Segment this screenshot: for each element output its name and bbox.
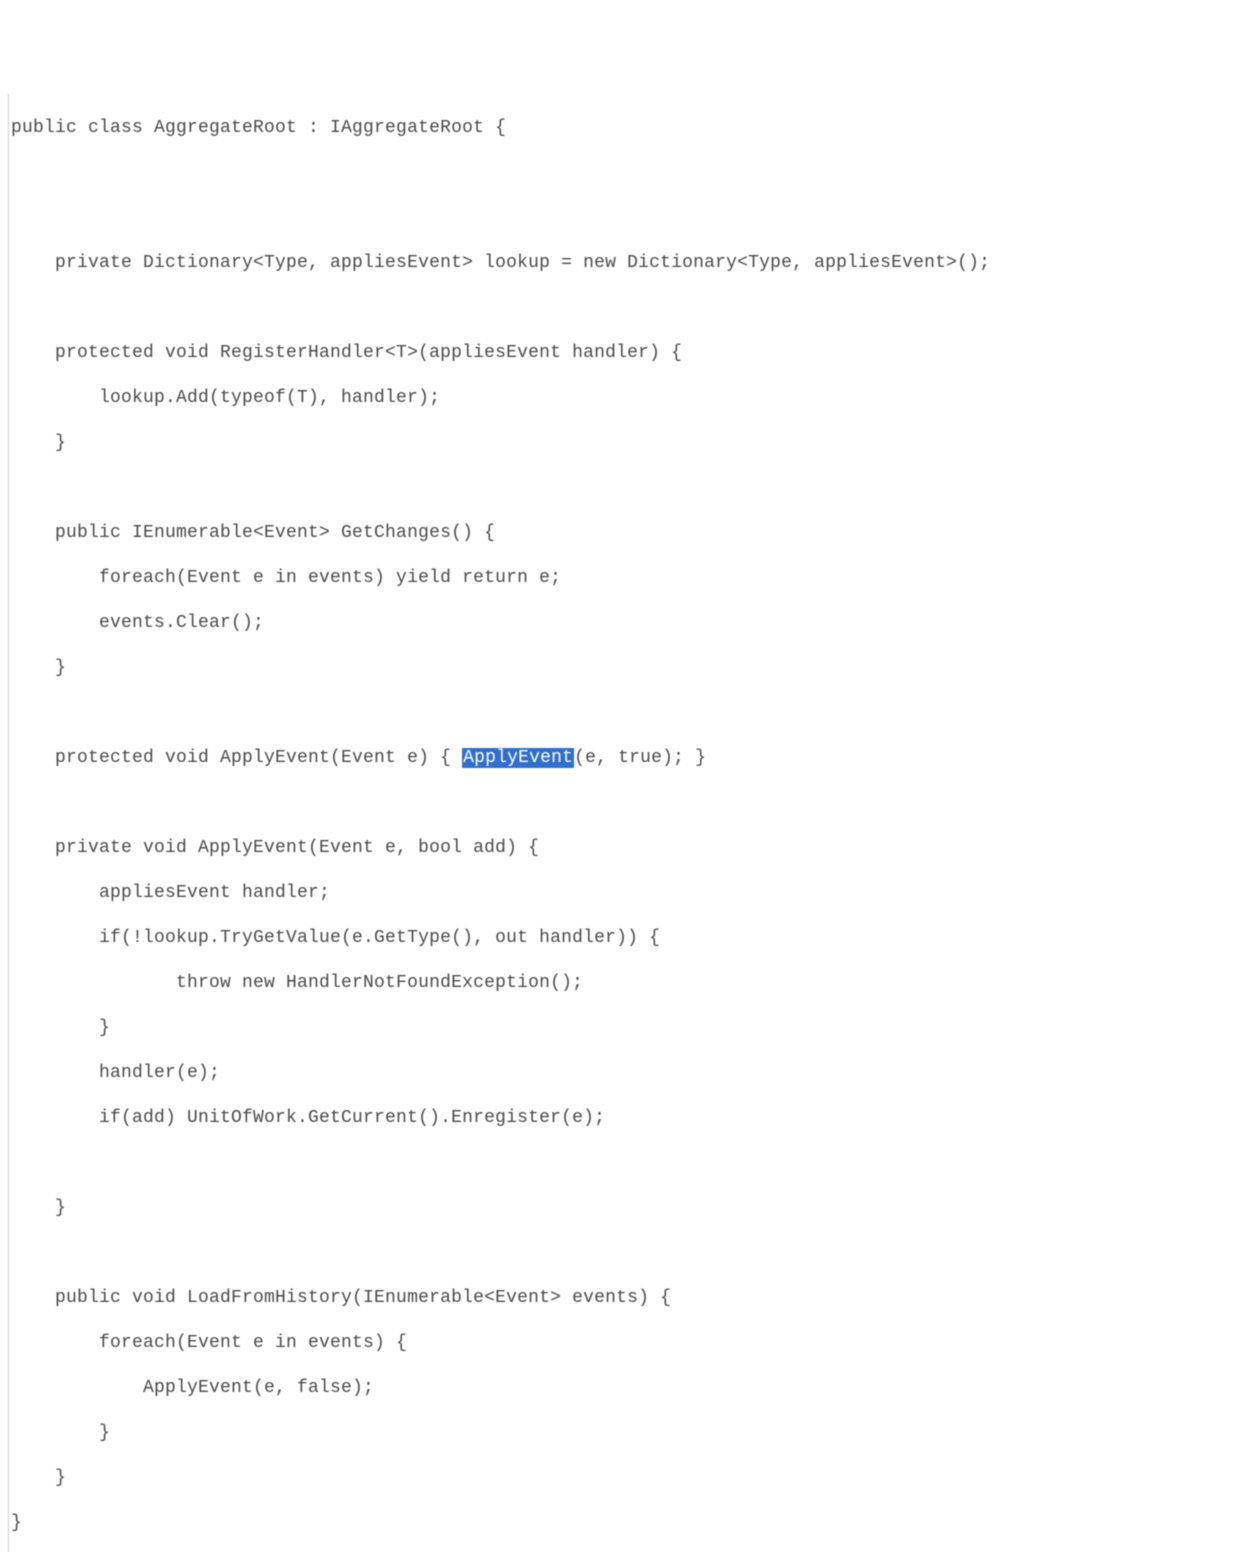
code-text: protected void ApplyEvent(Event e) { (11, 748, 462, 768)
code-line[interactable]: if(!lookup.TryGetValue(e.GetType(), out … (11, 927, 1244, 950)
code-line[interactable]: protected void ApplyEvent(Event e) { App… (11, 747, 1244, 770)
code-line[interactable] (11, 792, 1244, 815)
code-line[interactable] (11, 1242, 1244, 1265)
code-line[interactable]: public IEnumerable<Event> GetChanges() { (11, 522, 1244, 545)
code-line[interactable] (11, 702, 1244, 725)
code-line[interactable]: public void LoadFromHistory(IEnumerable<… (11, 1287, 1244, 1310)
code-line[interactable] (11, 162, 1244, 185)
code-line[interactable] (11, 207, 1244, 230)
code-text: (e, true); } (574, 748, 706, 768)
code-line[interactable]: events.Clear(); (11, 612, 1244, 635)
code-line[interactable]: } (11, 1017, 1244, 1040)
code-line[interactable]: handler(e); (11, 1062, 1244, 1085)
code-line[interactable]: lookup.Add(typeof(T), handler); (11, 387, 1244, 410)
code-line[interactable]: public class AggregateRoot : IAggregateR… (11, 117, 1244, 140)
code-line[interactable]: private Dictionary<Type, appliesEvent> l… (11, 252, 1244, 275)
selected-text[interactable]: ApplyEvent (462, 748, 574, 768)
code-line[interactable]: } (11, 657, 1244, 680)
code-line[interactable]: ApplyEvent(e, false); (11, 1377, 1244, 1400)
code-line[interactable] (11, 1152, 1244, 1175)
code-line[interactable]: private void ApplyEvent(Event e, bool ad… (11, 837, 1244, 860)
code-line[interactable]: } (11, 1422, 1244, 1445)
code-line[interactable]: foreach(Event e in events) yield return … (11, 567, 1244, 590)
code-line[interactable]: } (11, 1467, 1244, 1490)
code-line[interactable] (11, 477, 1244, 500)
code-editor[interactable]: public class AggregateRoot : IAggregateR… (8, 94, 1244, 1552)
code-line[interactable]: appliesEvent handler; (11, 882, 1244, 905)
code-line[interactable] (11, 297, 1244, 320)
code-line[interactable]: protected void RegisterHandler<T>(applie… (11, 342, 1244, 365)
code-line[interactable]: foreach(Event e in events) { (11, 1332, 1244, 1355)
code-line[interactable]: if(add) UnitOfWork.GetCurrent().Enregist… (11, 1107, 1244, 1130)
code-line[interactable]: } (11, 432, 1244, 455)
code-line[interactable]: } (11, 1197, 1244, 1220)
code-line[interactable]: } (11, 1512, 1244, 1535)
code-line[interactable]: throw new HandlerNotFoundException(); (11, 972, 1244, 995)
